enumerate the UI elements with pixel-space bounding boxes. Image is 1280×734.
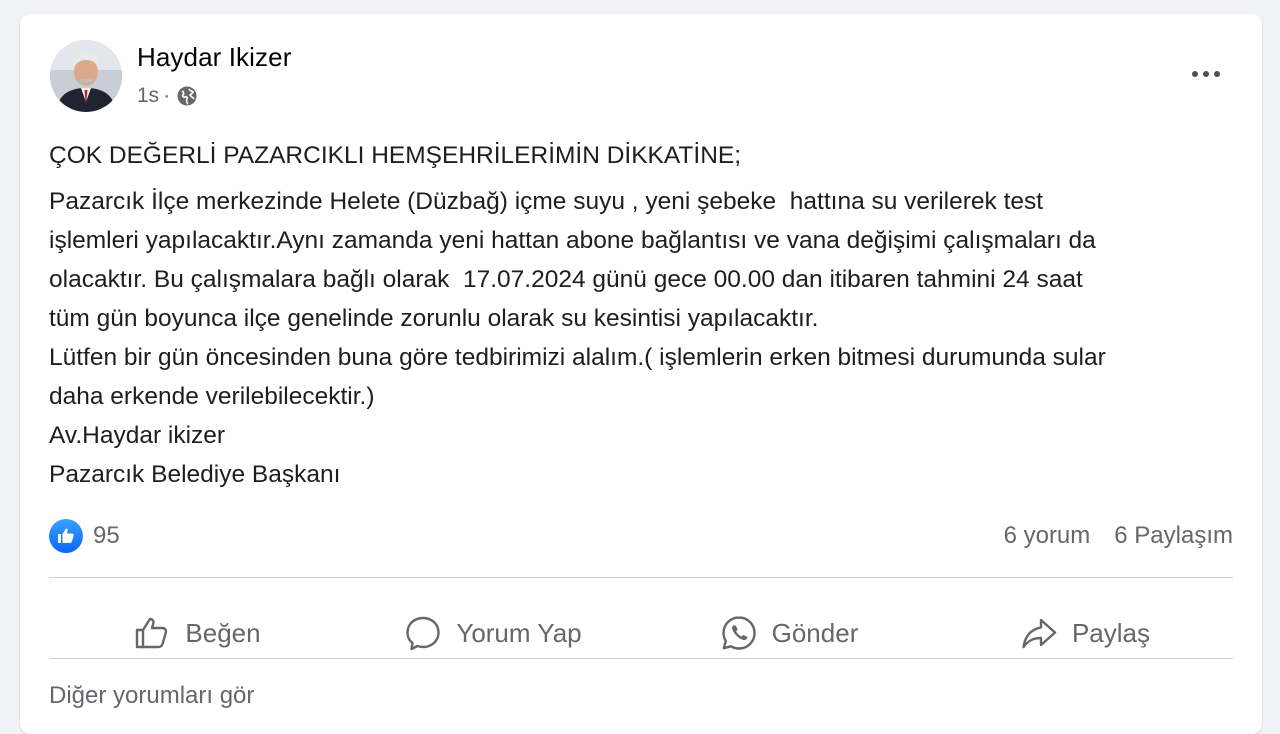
thumbs-up-icon <box>136 617 168 649</box>
post-time[interactable]: 1s <box>137 84 159 108</box>
meta-separator: · <box>163 84 171 107</box>
globe-icon <box>176 85 198 107</box>
share-arrow-icon <box>1022 618 1057 649</box>
like-button-label: Beğen <box>185 617 261 648</box>
share-button[interactable]: Paylaş <box>937 603 1233 663</box>
view-more-comments-link[interactable]: Diğer yorumları gör <box>49 682 254 710</box>
post-line: işlemleri yapılacaktır.Aynı zamanda yeni… <box>49 227 1096 254</box>
like-reaction-icon <box>49 519 83 553</box>
divider <box>49 658 1233 659</box>
post-line: tüm gün boyunca ilçe genelinde zorunlu o… <box>49 305 819 332</box>
comment-count-link[interactable]: 6 yorum <box>1004 522 1091 550</box>
post-line: olacaktır. Bu çalışmalara bağlı olarak 1… <box>49 266 1083 293</box>
author-name[interactable]: Haydar Ikizer <box>137 42 291 73</box>
post-heading: ÇOK DEĞERLİ PAZARCIKLI HEMŞEHRİLERİMİN D… <box>49 142 742 169</box>
post-line: Lütfen bir gün öncesinden buna göre tedb… <box>49 344 1106 371</box>
post-stats: 95 6 yorum 6 Paylaşım <box>49 516 1233 556</box>
divider <box>49 577 1233 578</box>
action-bar: Beğen Yorum Yap Gönder Paylaş <box>49 594 1233 672</box>
post-line: Av.Haydar ikizer <box>49 422 226 449</box>
more-options-button[interactable] <box>1186 62 1226 86</box>
whatsapp-icon <box>721 616 756 650</box>
send-button-label: Gönder <box>771 617 859 648</box>
dot-icon <box>1203 71 1209 77</box>
share-button-label: Paylaş <box>1071 617 1151 648</box>
post-line: daha erkende verilebilecektir.) <box>49 383 375 410</box>
reaction-count: 95 <box>93 522 120 549</box>
dot-icon <box>1214 71 1220 77</box>
share-count-link[interactable]: 6 Paylaşım <box>1114 522 1233 550</box>
avatar[interactable] <box>50 40 122 112</box>
avatar-photo <box>50 40 122 112</box>
like-button[interactable]: Beğen <box>49 603 345 663</box>
dot-icon <box>1192 71 1198 77</box>
comment-icon <box>406 616 441 651</box>
send-button[interactable]: Gönder <box>641 603 937 663</box>
post-card: Haydar Ikizer 1s · ÇOK DEĞERLİ PAZARCIKL… <box>20 14 1262 734</box>
comment-button[interactable]: Yorum Yap <box>345 603 641 663</box>
post-body: ÇOK DEĞERLİ PAZARCIKLI HEMŞEHRİLERİMİN D… <box>49 136 1239 494</box>
comment-button-label: Yorum Yap <box>456 617 582 648</box>
post-meta: 1s · <box>137 84 198 108</box>
post-line: Pazarcık İlçe merkezinde Helete (Düzbağ)… <box>49 188 1044 215</box>
post-line: Pazarcık Belediye Başkanı <box>49 461 341 488</box>
reactions-summary[interactable]: 95 <box>49 519 120 553</box>
